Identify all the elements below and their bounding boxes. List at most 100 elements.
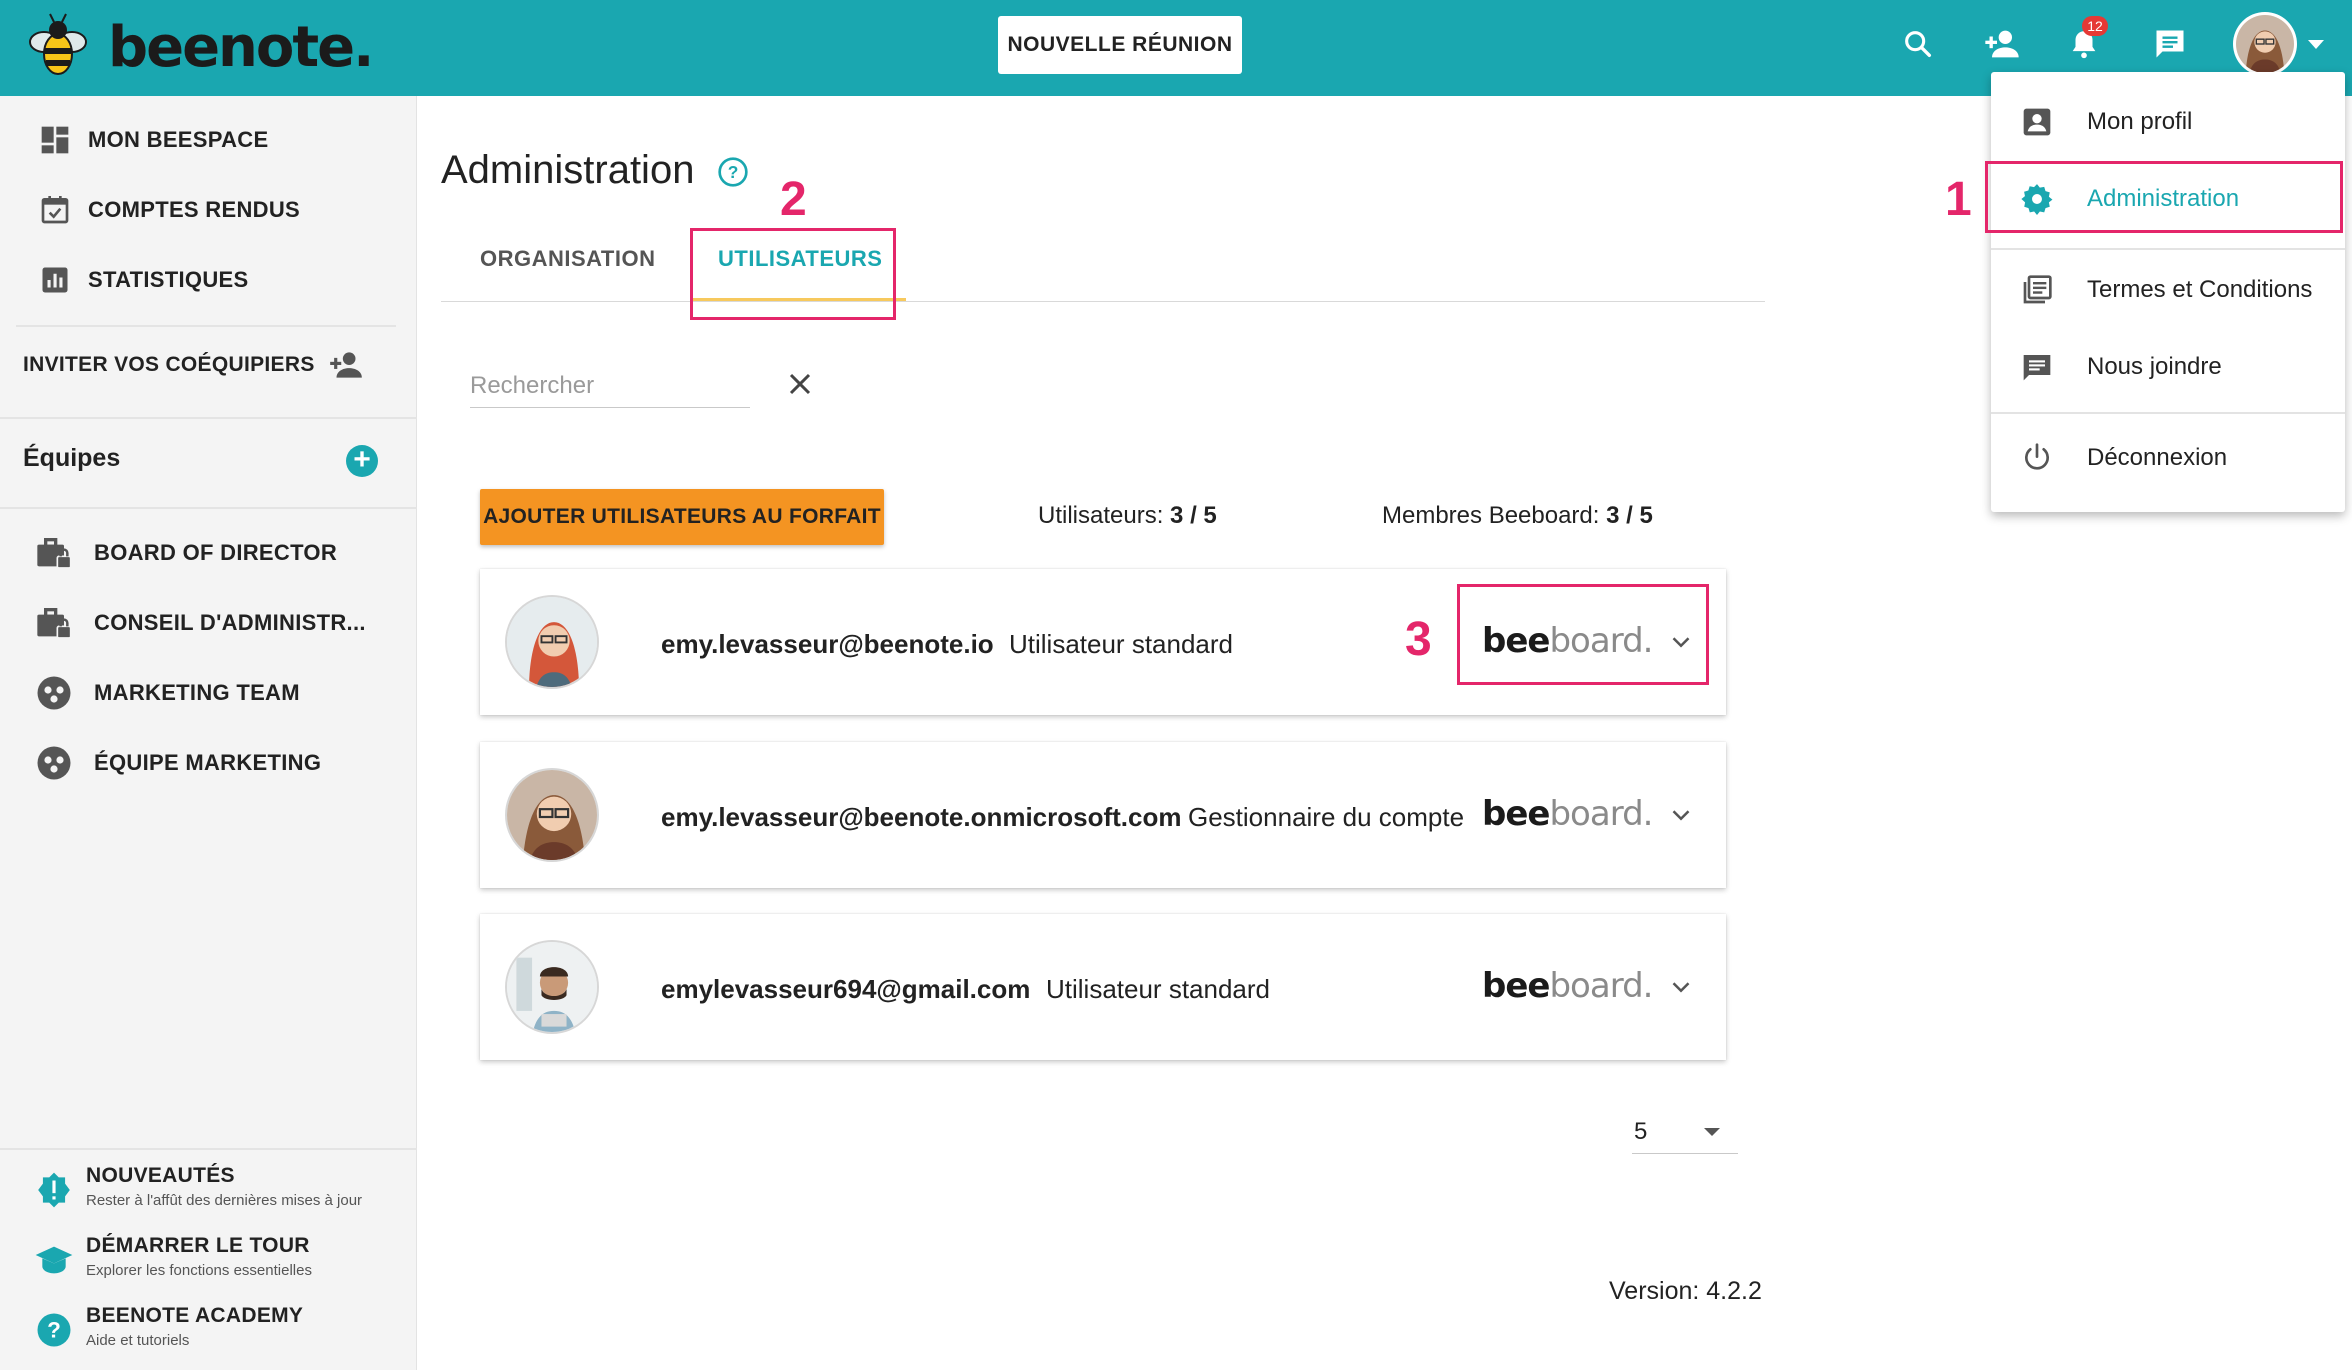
nav-label: MON BEESPACE bbox=[88, 127, 269, 152]
tabs-divider bbox=[441, 301, 1765, 302]
briefcase-lock-icon bbox=[34, 533, 74, 573]
chevron-down-icon[interactable] bbox=[1666, 800, 1696, 830]
bee-icon bbox=[22, 12, 94, 84]
sidebar: MON BEESPACE COMPTES RENDUS STATISTIQUES… bbox=[0, 96, 417, 1370]
page-size-value: 5 bbox=[1634, 1118, 1648, 1145]
account-box-icon bbox=[2019, 104, 2055, 140]
users-count-value: 3 / 5 bbox=[1170, 502, 1217, 529]
add-user-icon[interactable] bbox=[1978, 20, 2026, 68]
divider bbox=[0, 1148, 417, 1150]
beeboard-badge: beeboard. bbox=[1482, 966, 1653, 1006]
add-users-to-plan-button[interactable]: AJOUTER UTILISATEURS AU FORFAIT bbox=[480, 489, 884, 545]
footer-title: DÉMARRER LE TOUR bbox=[86, 1234, 310, 1257]
footer-subtitle: Aide et tutoriels bbox=[86, 1332, 190, 1349]
group-icon bbox=[34, 743, 74, 783]
logo-text: beenote. bbox=[108, 15, 374, 80]
annotation-number: 1 bbox=[1945, 173, 1972, 226]
caret-down-icon bbox=[1704, 1128, 1720, 1136]
help-icon[interactable]: ? bbox=[717, 156, 749, 188]
menu-item-termes-conditions[interactable]: Termes et Conditions bbox=[1991, 260, 2345, 320]
user-role: Gestionnaire du compte bbox=[1188, 802, 1465, 832]
beeboard-members-count: Membres Beeboard: 3 / 5 bbox=[1382, 502, 1653, 530]
nav-comptes-rendus[interactable]: COMPTES RENDUS bbox=[36, 190, 300, 230]
footer-title: NOUVEAUTÉS bbox=[86, 1164, 235, 1187]
avatar bbox=[505, 595, 599, 689]
svg-text:?: ? bbox=[728, 162, 739, 182]
power-icon bbox=[2019, 440, 2055, 476]
team-label: CONSEIL D'ADMINISTR... bbox=[94, 610, 366, 635]
footer-demarrer-tour[interactable]: DÉMARRER LE TOUR Explorer les fonctions … bbox=[34, 1234, 312, 1280]
briefcase-lock-icon bbox=[34, 603, 74, 643]
annotation-box-beeboard bbox=[1457, 584, 1709, 685]
search-icon[interactable] bbox=[1894, 20, 1942, 68]
user-row[interactable]: emy.levasseur@beenote.onmicrosoft.com Ge… bbox=[480, 742, 1726, 888]
menu-divider bbox=[1991, 248, 2345, 250]
version-label: Version: 4.2.2 bbox=[1609, 1277, 1762, 1305]
notification-badge: 12 bbox=[2082, 16, 2108, 36]
menu-label: Nous joindre bbox=[2087, 353, 2222, 380]
annotation-number: 3 bbox=[1405, 613, 1432, 666]
page-size-select[interactable]: 5 bbox=[1632, 1114, 1738, 1154]
avatar-photo bbox=[2236, 15, 2294, 73]
menu-label: Déconnexion bbox=[2087, 444, 2228, 471]
footer-nouveautes[interactable]: NOUVEAUTÉS Rester à l'affût des dernière… bbox=[34, 1164, 362, 1210]
menu-label: Mon profil bbox=[2087, 108, 2193, 135]
message-icon bbox=[2019, 349, 2055, 385]
footer-subtitle: Explorer les fonctions essentielles bbox=[86, 1262, 312, 1279]
divider bbox=[0, 417, 417, 419]
group-icon bbox=[34, 673, 74, 713]
nav-statistiques[interactable]: STATISTIQUES bbox=[36, 260, 248, 300]
team-label: ÉQUIPE MARKETING bbox=[94, 750, 322, 775]
invite-label: INVITER VOS COÉQUIPIERS bbox=[23, 353, 315, 376]
divider bbox=[0, 507, 417, 509]
user-role: Utilisateur standard bbox=[1046, 974, 1270, 1004]
search-input[interactable] bbox=[470, 364, 750, 408]
divider bbox=[16, 325, 396, 327]
menu-divider bbox=[1991, 412, 2345, 414]
avatar-caret-icon[interactable] bbox=[2308, 40, 2324, 49]
menu-item-mon-profil[interactable]: Mon profil bbox=[1991, 92, 2345, 152]
team-label: BOARD OF DIRECTOR bbox=[94, 540, 338, 565]
new-meeting-button[interactable]: NOUVELLE RÉUNION bbox=[998, 16, 1242, 74]
annotation-number: 2 bbox=[780, 173, 807, 226]
calendar-check-icon bbox=[36, 191, 74, 229]
team-board-of-director[interactable]: BOARD OF DIRECTOR bbox=[34, 533, 337, 573]
team-equipe-marketing[interactable]: ÉQUIPE MARKETING bbox=[34, 743, 321, 783]
users-count: Utilisateurs: 3 / 5 bbox=[1038, 502, 1217, 530]
nav-label: STATISTIQUES bbox=[88, 267, 249, 292]
add-user-icon bbox=[327, 346, 365, 384]
alert-badge-icon bbox=[34, 1170, 74, 1210]
add-team-button[interactable]: + bbox=[346, 445, 378, 477]
avatar[interactable] bbox=[2233, 12, 2297, 76]
team-conseil-administration[interactable]: CONSEIL D'ADMINISTR... bbox=[34, 603, 366, 643]
footer-beenote-academy[interactable]: ? BEENOTE ACADEMY Aide et tutoriels bbox=[34, 1304, 303, 1350]
menu-item-deconnexion[interactable]: Déconnexion bbox=[1991, 428, 2345, 488]
menu-item-nous-joindre[interactable]: Nous joindre bbox=[1991, 337, 2345, 397]
dashboard-icon bbox=[36, 121, 74, 159]
avatar bbox=[505, 940, 599, 1034]
library-books-icon bbox=[2019, 272, 2055, 308]
beenote-logo[interactable]: beenote. bbox=[22, 12, 374, 84]
beeboard-count-label: Membres Beeboard: bbox=[1382, 502, 1600, 529]
user-row[interactable]: emylevasseur694@gmail.com Utilisateur st… bbox=[480, 914, 1726, 1060]
svg-text:?: ? bbox=[47, 1318, 61, 1343]
tab-organisation[interactable]: ORGANISATION bbox=[480, 246, 655, 272]
beeboard-count-value: 3 / 5 bbox=[1606, 502, 1653, 529]
close-icon[interactable] bbox=[782, 366, 818, 402]
nav-mon-beespace[interactable]: MON BEESPACE bbox=[36, 120, 268, 160]
help-circle-icon: ? bbox=[34, 1310, 74, 1350]
team-marketing-team[interactable]: MARKETING TEAM bbox=[34, 673, 300, 713]
page-title: Administration bbox=[441, 148, 695, 192]
footer-subtitle: Rester à l'affût des dernières mises à j… bbox=[86, 1192, 363, 1209]
user-email: emylevasseur694@gmail.com bbox=[661, 974, 1031, 1004]
invite-teammates-button[interactable]: INVITER VOS COÉQUIPIERS bbox=[23, 346, 365, 384]
users-count-label: Utilisateurs: bbox=[1038, 502, 1164, 529]
chat-icon[interactable] bbox=[2146, 20, 2194, 68]
user-email: emy.levasseur@beenote.onmicrosoft.com bbox=[661, 802, 1182, 832]
chevron-down-icon[interactable] bbox=[1666, 972, 1696, 1002]
user-role: Utilisateur standard bbox=[1009, 629, 1233, 659]
annotation-box-administration bbox=[1985, 161, 2343, 233]
user-email: emy.levasseur@beenote.io bbox=[661, 629, 994, 659]
graduation-cap-icon bbox=[34, 1240, 74, 1280]
menu-label: Termes et Conditions bbox=[2087, 276, 2313, 303]
